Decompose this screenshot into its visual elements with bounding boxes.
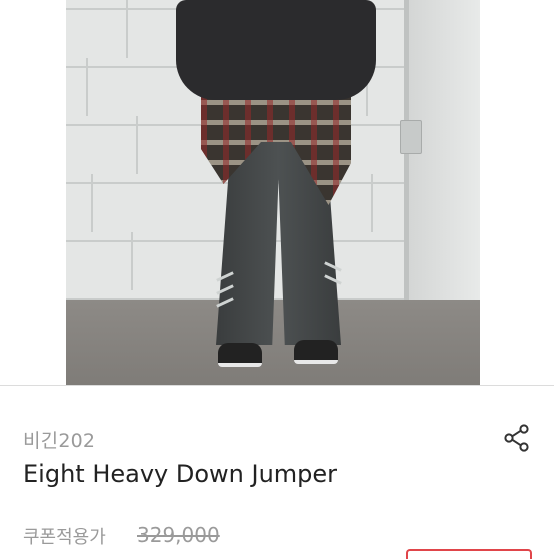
brick-joint — [371, 174, 373, 232]
model-shoe — [218, 343, 262, 367]
model-jacket — [176, 0, 376, 100]
product-image-area[interactable] — [0, 0, 554, 385]
photo-outlet — [400, 120, 422, 154]
original-price: 329,000 — [137, 523, 220, 547]
product-info: 비긴202 Eight Heavy Down Jumper 쿠폰적용가 329,… — [0, 385, 554, 559]
share-icon — [504, 424, 529, 452]
brick-joint — [91, 174, 93, 232]
brick-joint — [136, 116, 138, 174]
seller-name[interactable]: 비긴202 — [23, 426, 95, 453]
brick-joint — [131, 232, 133, 290]
product-photo[interactable] — [66, 0, 480, 385]
brick-joint — [86, 58, 88, 116]
price-label: 쿠폰적용가 — [23, 527, 106, 548]
share-button[interactable] — [500, 421, 534, 455]
model-shoe — [294, 340, 338, 364]
product-title: Eight Heavy Down Jumper — [23, 460, 338, 488]
brick-joint — [126, 0, 128, 58]
coupon-button-edge[interactable] — [406, 549, 532, 559]
